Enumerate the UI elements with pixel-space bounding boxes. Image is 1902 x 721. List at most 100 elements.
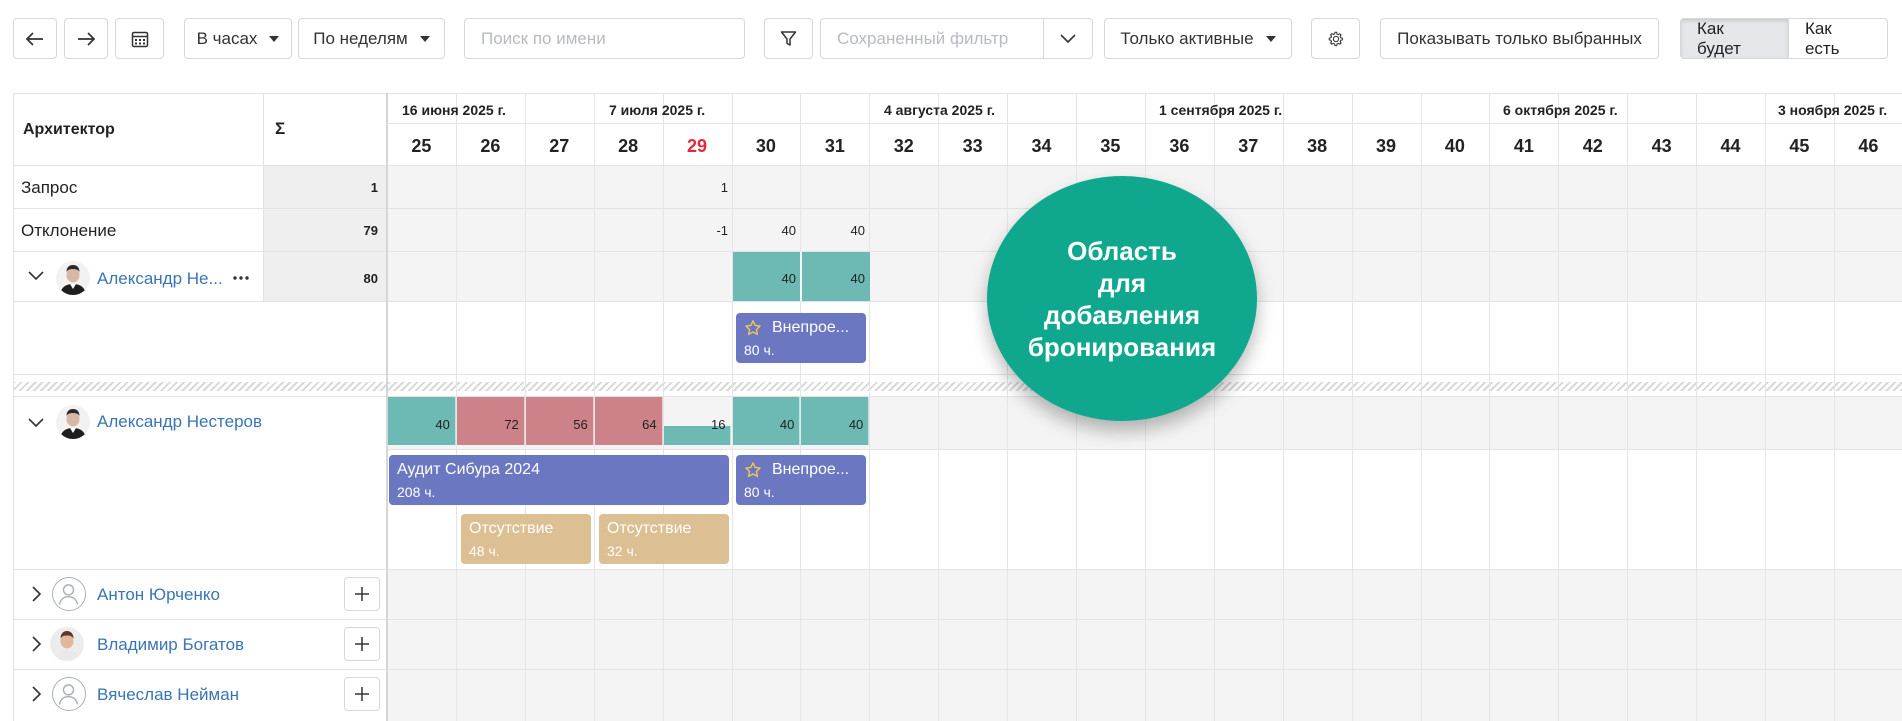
deviation-w31: 40 [850, 223, 865, 238]
task-audit-title: Аудит Сибура 2024 [397, 461, 540, 478]
period-dropdown[interactable]: По неделям [298, 18, 445, 59]
week-label: 42 [1582, 136, 1603, 156]
week-label: 30 [755, 136, 776, 156]
caret-down-icon [269, 35, 280, 42]
activity-dropdown-label: Только активные [1120, 28, 1254, 48]
activity-dropdown[interactable]: Только активные [1104, 18, 1292, 59]
week-col-line [869, 93, 871, 721]
task-internal-title: Внепрое... [772, 461, 850, 478]
col-line [263, 93, 264, 301]
month-row-line [387, 123, 1902, 124]
month-label: 16 июня 2025 г. [402, 102, 506, 118]
plus-icon [355, 587, 369, 601]
row-line [13, 396, 1902, 397]
search-input[interactable]: Поиск по имени [464, 18, 745, 59]
week-label: 31 [824, 136, 845, 156]
week-col-line [1282, 93, 1284, 721]
chevron-down-icon[interactable] [28, 271, 44, 281]
show-selected-button[interactable]: Показывать только выбранных [1380, 18, 1659, 59]
absence-2[interactable]: Отсутствие 32 ч. [599, 514, 729, 564]
view-mode-switch: Как будет Как есть [1680, 18, 1888, 59]
chevron-down-icon[interactable] [28, 418, 44, 428]
load-value: 40 [435, 417, 450, 432]
load-value: 16 [711, 417, 726, 432]
absence-1[interactable]: Отсутствие 48 ч. [461, 514, 591, 564]
week-col-line [1558, 93, 1560, 721]
booking-area-bg [13, 302, 1902, 374]
person-name[interactable]: Вячеслав Нейман [97, 685, 239, 705]
load-value: 64 [642, 417, 657, 432]
arrow-right-icon [78, 31, 95, 46]
absence-1-title: Отсутствие [469, 520, 554, 537]
booking-task-title: Внепрое... [772, 319, 850, 336]
task-audit-hours: 208 ч. [397, 484, 436, 500]
absence-2-hours: 32 ч. [607, 543, 638, 559]
chevron-right-icon[interactable] [32, 586, 42, 602]
week-label: 27 [549, 136, 570, 156]
add-booking-button[interactable] [344, 577, 380, 611]
week-col-line [1489, 93, 1491, 721]
saved-filter-toggle[interactable] [1043, 18, 1093, 59]
week-label: 41 [1513, 136, 1534, 156]
plus-icon [355, 637, 369, 651]
units-dropdown[interactable]: В часах [184, 18, 292, 59]
deviation-w30: 40 [781, 223, 796, 238]
view-asis-label: Как есть [1804, 18, 1840, 58]
view-asis-button[interactable]: Как есть [1787, 18, 1887, 58]
week-label: 37 [1238, 136, 1259, 156]
week-col-line [1351, 93, 1353, 721]
week-col-line [1627, 93, 1629, 721]
forward-button[interactable] [64, 18, 108, 59]
avatar-placeholder [52, 677, 86, 711]
add-booking-button[interactable] [344, 677, 380, 711]
deviation-total: 79 [363, 223, 378, 238]
calendar-icon [131, 31, 148, 47]
request-w29: 1 [720, 180, 728, 195]
show-selected-label: Показывать только выбранных [1397, 28, 1642, 48]
week-label: 34 [1031, 136, 1052, 156]
saved-filter-placeholder: Сохраненный фильтр [837, 28, 1009, 48]
booking-person-name[interactable]: Александр Не... [97, 269, 223, 289]
task-internal[interactable]: Внепрое... 80 ч. [736, 455, 866, 505]
week-label: 40 [1444, 136, 1465, 156]
person-name[interactable]: Владимир Богатов [97, 635, 244, 655]
week-col-line [1213, 93, 1215, 721]
person-name[interactable]: Антон Юрченко [97, 585, 220, 605]
row-line [13, 251, 1902, 252]
view-tobe-label: Как будет [1697, 18, 1741, 58]
chevron-right-icon[interactable] [32, 686, 42, 702]
booking-total: 80 [363, 271, 378, 286]
avatar [56, 261, 90, 295]
calendar-button[interactable] [115, 18, 164, 59]
week-col-line [1007, 93, 1009, 721]
more-icon[interactable] [233, 276, 249, 280]
deviation-label: Отклонение [21, 221, 117, 240]
booking-task-hours: 80 ч. [744, 342, 775, 358]
callout-line: добавления [1043, 299, 1201, 330]
back-button[interactable] [13, 18, 57, 59]
arrow-left-icon [26, 31, 43, 46]
add-booking-button[interactable] [344, 627, 380, 661]
week-col-line [1833, 93, 1835, 721]
settings-button[interactable] [1311, 18, 1360, 59]
week-col-line [1765, 93, 1766, 721]
week-label: 45 [1789, 136, 1810, 156]
month-label: 1 сентября 2025 г. [1159, 102, 1283, 118]
task-audit[interactable]: Аудит Сибура 2024 208 ч. [389, 455, 729, 505]
star-icon [745, 320, 761, 336]
filter-button[interactable] [764, 18, 813, 59]
caret-down-icon [419, 35, 430, 42]
saved-filter-select[interactable]: Сохраненный фильтр [820, 18, 1044, 59]
person-name[interactable]: Александр Нестеров [97, 412, 262, 432]
row-line [13, 569, 1902, 570]
chevron-right-icon[interactable] [32, 636, 42, 652]
booking-task[interactable]: Внепрое... 80 ч. [736, 313, 866, 363]
absence-1-hours: 48 ч. [469, 543, 500, 559]
view-tobe-button[interactable]: Как будет [1681, 19, 1788, 58]
plus-icon [355, 687, 369, 701]
request-label: Запрос [21, 178, 78, 197]
absence-2-title: Отсутствие [607, 520, 692, 537]
week-label: 28 [618, 136, 639, 156]
deviation-w29: -1 [716, 223, 728, 238]
week-label: 35 [1100, 136, 1121, 156]
